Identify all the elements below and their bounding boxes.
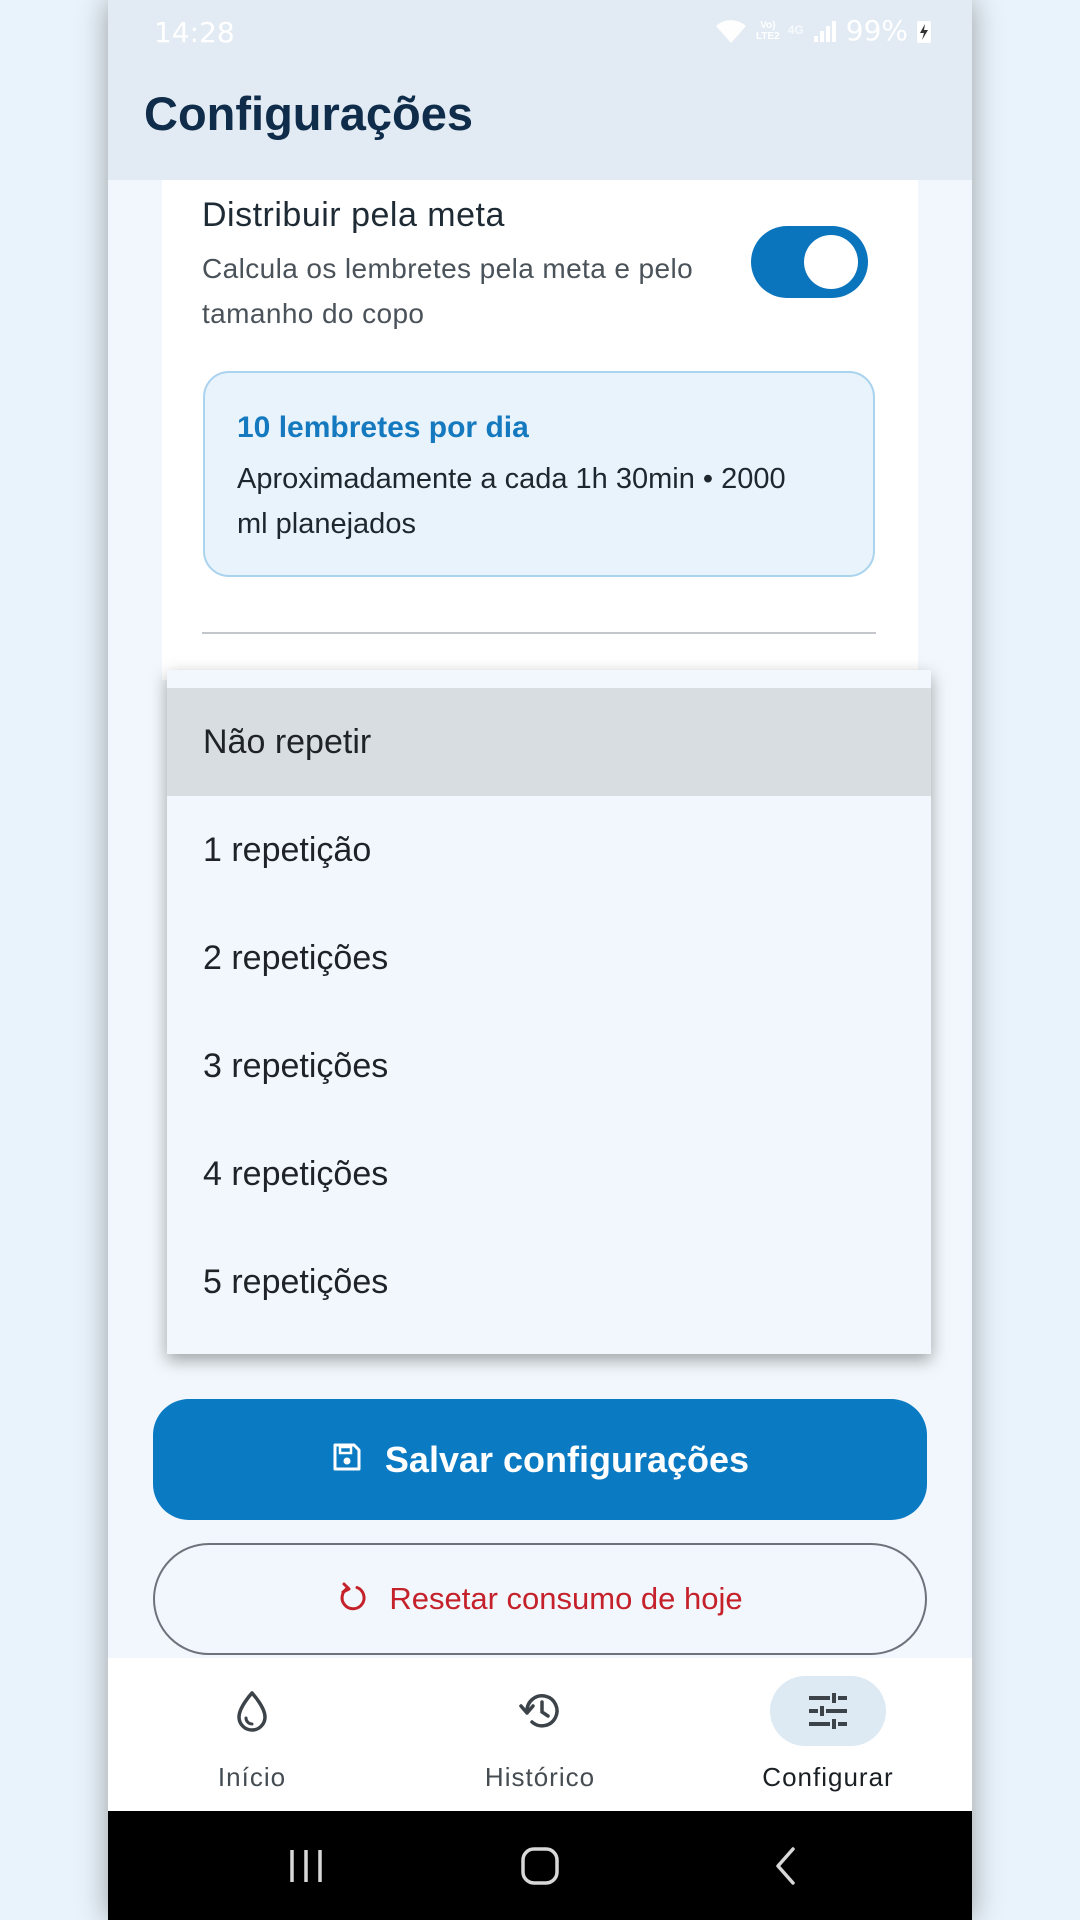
nav-item-configurar[interactable]: Configurar <box>684 1658 972 1811</box>
home-button[interactable] <box>492 1811 588 1920</box>
distribute-toggle[interactable] <box>751 226 868 298</box>
reset-icon <box>337 1581 369 1618</box>
menu-item-5-repeats[interactable]: 5 repetições <box>167 1228 931 1336</box>
battery-percent: 99% <box>845 14 908 47</box>
tune-icon <box>770 1676 886 1746</box>
nav-label-inicio: Início <box>217 1762 287 1792</box>
volte-label: Vo) <box>760 19 776 31</box>
nav-label-configurar: Configurar <box>762 1762 894 1792</box>
save-settings-button[interactable]: Salvar configurações <box>153 1399 927 1520</box>
phone-screen: 14:28 Vo) LTE2 4G 99% Configurações Dist… <box>108 0 972 1920</box>
reset-today-label: Resetar consumo de hoje <box>389 1581 743 1616</box>
menu-item-no-repeat[interactable]: Não repetir <box>167 688 931 796</box>
bottom-navigation: Início Histórico Configurar <box>108 1658 972 1811</box>
history-icon <box>482 1676 598 1746</box>
menu-item-1-repeat[interactable]: 1 repetição <box>167 796 931 904</box>
signal-icon <box>812 18 838 44</box>
water-drop-icon <box>194 1676 310 1746</box>
recent-apps-button[interactable] <box>258 1811 354 1920</box>
lte-label: LTE2 <box>756 30 780 42</box>
reminders-summary-text: Aproximadamente a cada 1h 30min • 2000 m… <box>237 463 786 540</box>
save-icon <box>331 1441 363 1478</box>
nav-label-historico: Histórico <box>484 1762 596 1792</box>
distribute-description: Calcula os lembretes pela meta e pelo ta… <box>202 253 694 329</box>
nav-item-inicio[interactable]: Início <box>108 1658 396 1811</box>
status-icons: Vo) LTE2 4G 99% <box>714 14 932 47</box>
reset-today-button[interactable]: Resetar consumo de hoje <box>153 1543 927 1655</box>
back-button[interactable] <box>738 1811 834 1920</box>
charging-battery-icon <box>916 18 932 44</box>
divider <box>202 632 876 634</box>
system-navigation-bar <box>108 1811 972 1920</box>
menu-item-4-repeats[interactable]: 4 repetições <box>167 1120 931 1228</box>
wifi-icon <box>714 17 748 45</box>
save-settings-label: Salvar configurações <box>384 1438 750 1480</box>
network-type-label: 4G <box>787 23 804 37</box>
reminders-summary-title: 10 lembretes por dia <box>237 411 529 444</box>
menu-item-3-repeats[interactable]: 3 repetições <box>167 1012 931 1120</box>
nav-item-historico[interactable]: Histórico <box>396 1658 684 1811</box>
volte-indicator: Vo) LTE2 <box>756 20 780 42</box>
distribute-title: Distribuir pela meta <box>202 196 505 234</box>
top-app-bar: 14:28 Vo) LTE2 4G 99% Configurações <box>108 0 972 180</box>
repeat-dropdown-menu: Não repetir 1 repetição 2 repetições 3 r… <box>167 670 931 1354</box>
menu-item-2-repeats[interactable]: 2 repetições <box>167 904 931 1012</box>
status-time: 14:28 <box>154 16 235 49</box>
toggle-knob <box>804 235 858 289</box>
page-title: Configurações <box>144 87 474 140</box>
reminders-summary-box: 10 lembretes por dia Aproximadamente a c… <box>203 371 875 577</box>
